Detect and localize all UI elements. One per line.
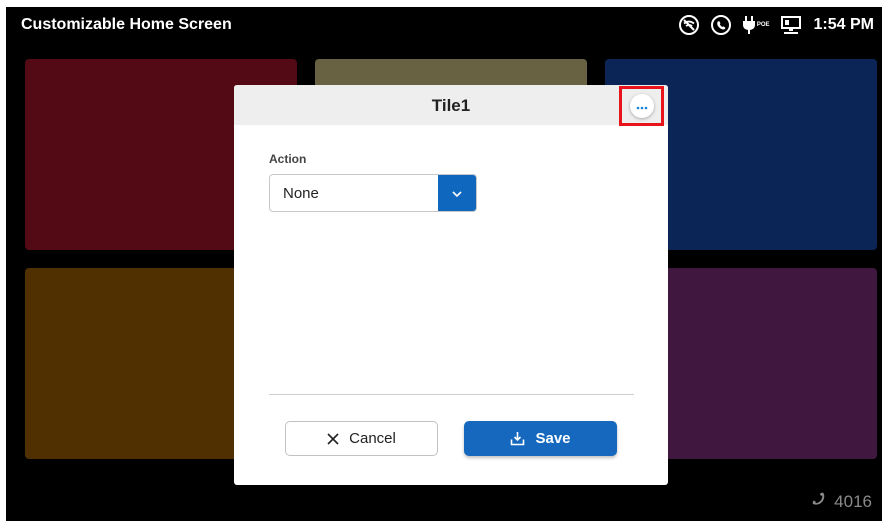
device-screen: Customizable Home Screen POE 1:54 PM 401 bbox=[6, 7, 882, 521]
more-options-button[interactable] bbox=[630, 94, 654, 118]
network-icon bbox=[780, 14, 802, 36]
dialog-title: Tile1 bbox=[431, 96, 471, 115]
save-label: Save bbox=[535, 430, 571, 447]
poe-label: POE bbox=[756, 22, 770, 28]
chevron-down-icon bbox=[452, 184, 462, 202]
no-wifi-icon bbox=[678, 14, 700, 36]
more-button-highlight bbox=[619, 86, 664, 126]
action-select-value: None bbox=[283, 185, 319, 202]
more-horizontal-icon bbox=[636, 97, 648, 115]
action-dropdown-button[interactable] bbox=[438, 175, 476, 211]
phone-handset-icon bbox=[810, 491, 826, 512]
cancel-label: Cancel bbox=[349, 430, 396, 447]
dialog-divider bbox=[269, 394, 634, 395]
status-time: 1:54 PM bbox=[813, 16, 874, 33]
status-bar: Customizable Home Screen POE 1:54 PM bbox=[6, 7, 882, 43]
action-select[interactable]: None bbox=[269, 174, 477, 212]
save-button[interactable]: Save bbox=[464, 421, 617, 456]
action-label: Action bbox=[269, 152, 307, 166]
poe-power-icon: POE bbox=[742, 14, 770, 36]
phone-extension: 4016 bbox=[810, 491, 872, 512]
download-icon bbox=[510, 431, 525, 446]
phone-icon bbox=[710, 14, 732, 36]
app-title: Customizable Home Screen bbox=[21, 16, 232, 33]
dialog-header: Tile1 bbox=[234, 85, 668, 125]
status-icons: POE 1:54 PM bbox=[678, 12, 874, 38]
close-icon bbox=[327, 432, 339, 445]
extension-number: 4016 bbox=[834, 491, 872, 511]
tile-settings-dialog: Tile1 Action None Cancel Save bbox=[234, 85, 668, 485]
cancel-button[interactable]: Cancel bbox=[285, 421, 438, 456]
